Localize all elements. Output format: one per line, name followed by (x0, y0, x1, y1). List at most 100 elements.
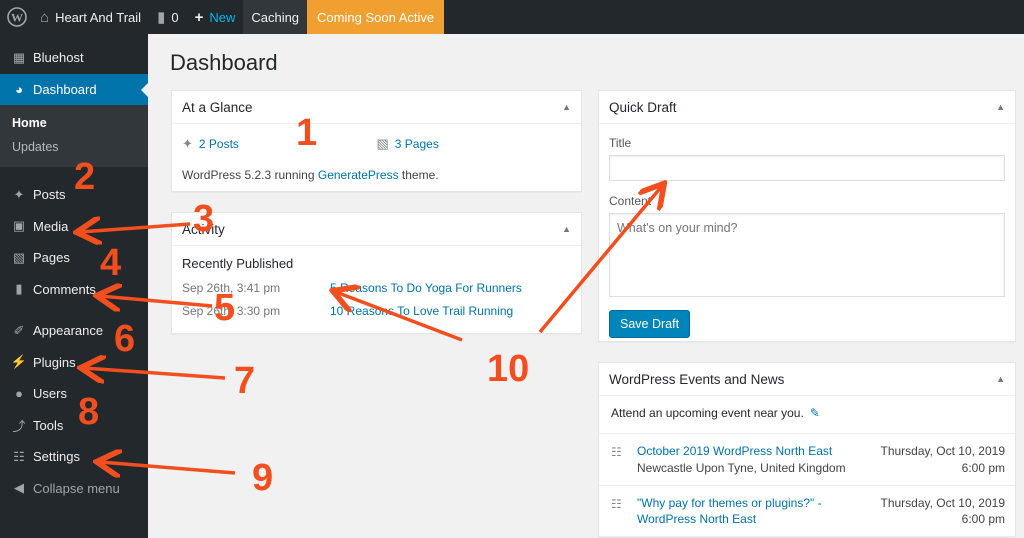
posts-count[interactable]: ✦ 2 Posts (182, 136, 377, 152)
plug-icon: ⚡ (10, 354, 28, 370)
sidebar-item-users[interactable]: ● Users (0, 378, 148, 410)
pushpin-icon: ✦ (182, 136, 193, 151)
user-icon: ● (15, 386, 23, 402)
sidebar-item-comments[interactable]: ▮ Comments (0, 274, 148, 306)
collapse-menu-label: Collapse menu (33, 480, 120, 496)
widget-body: ✦ 2 Posts ▧ 3 Pages WordPress 5.2.3 runn… (172, 124, 581, 192)
new-label: New (209, 9, 236, 25)
version-info: WordPress 5.2.3 running GeneratePress th… (182, 168, 571, 182)
sidebar-item-settings[interactable]: ☷ Settings (0, 441, 148, 473)
event-location: Newcastle Upon Tyne, United Kingdom (637, 460, 846, 475)
annotation-number: 5 (214, 287, 236, 329)
posts-count-link[interactable]: 2 Posts (199, 137, 239, 151)
event-time: 6:00 pm (961, 512, 1005, 527)
sidebar-item-label: Bluehost (33, 50, 84, 66)
draft-content-textarea[interactable] (609, 213, 1005, 297)
site-name-link[interactable]: ⌂ Heart And Trail (32, 0, 149, 34)
post-title-link[interactable]: 5 Reasons To Do Yoga For Runners (330, 281, 522, 295)
caching-label: Caching (251, 9, 300, 25)
collapse-triangle-icon[interactable]: ▲ (562, 224, 571, 234)
annotation-number: 9 (252, 457, 274, 499)
title-label: Title (609, 136, 632, 150)
comments-count: 0 (171, 9, 179, 25)
annotation-number: 8 (78, 391, 100, 433)
sidebar-item-pages[interactable]: ▧ Pages (0, 242, 148, 274)
event-name-link[interactable]: "Why pay for themes or plugins?" - WordP… (637, 495, 877, 529)
annotation-number: 7 (234, 360, 256, 402)
event-date: Thursday, Oct 10, 2019 (880, 495, 1005, 510)
event-name-link[interactable]: October 2019 WordPress North East (637, 443, 877, 460)
grid-icon: ▦ (12, 49, 26, 65)
comments-link[interactable]: ▮ 0 (149, 0, 187, 34)
collapse-triangle-icon[interactable]: ▲ (562, 102, 571, 112)
svg-text:W: W (11, 11, 23, 25)
event-item: ☷ "Why pay for themes or plugins?" - Wor… (599, 486, 1015, 537)
events-intro-text: Attend an upcoming event near you. (611, 406, 804, 420)
events-news-widget: WordPress Events and News ▲ Attend an up… (598, 362, 1016, 538)
recently-published-heading: Recently Published (182, 256, 294, 271)
page-title: Dashboard (170, 50, 278, 75)
annotation-number: 6 (114, 318, 136, 360)
version-suffix: theme. (398, 168, 439, 182)
theme-link[interactable]: GeneratePress (318, 168, 399, 182)
collapse-arrow-icon: ◀ (14, 480, 24, 496)
sidebar-item-label: Tools (33, 417, 64, 433)
widget-header[interactable]: Quick Draft ▲ (599, 91, 1015, 124)
annotation-number: 1 (296, 112, 318, 154)
event-date: Thursday, Oct 10, 2019 (880, 444, 1005, 458)
pages-count-link[interactable]: 3 Pages (395, 137, 439, 151)
sidebar-item-tools[interactable]: ⤴ Tools (0, 410, 148, 442)
widget-title: At a Glance (182, 99, 253, 115)
comment-bubble-icon: ▮ (15, 281, 23, 297)
coming-soon-label: Coming Soon Active (317, 9, 435, 25)
event-datetime: Thursday, Oct 10, 2019 6:00 pm (877, 443, 1005, 477)
site-name: Heart And Trail (55, 9, 142, 25)
pages-count[interactable]: ▧ 3 Pages (377, 136, 572, 152)
draft-title-input[interactable] (609, 155, 1005, 181)
widget-body: Title Content Save Draft (599, 124, 1015, 348)
sidebar-item-label: Pages (33, 250, 70, 266)
widget-header[interactable]: WordPress Events and News ▲ (599, 363, 1015, 396)
post-title-link[interactable]: 10 Reasons To Love Trail Running (330, 304, 513, 318)
pages-icon: ▧ (12, 249, 26, 265)
collapse-triangle-icon[interactable]: ▲ (996, 374, 1005, 384)
post-date: Sep 26th, 3:41 pm (182, 281, 281, 295)
sidebar-item-dashboard[interactable]: ◕ Dashboard (0, 73, 148, 105)
sidebar-item-label: Plugins (33, 354, 76, 370)
widget-header[interactable]: Activity ▲ (172, 213, 581, 246)
save-draft-button[interactable]: Save Draft (609, 310, 691, 338)
sidebar-item-bluehost[interactable]: ▦ Bluehost (0, 42, 148, 74)
collapse-triangle-icon[interactable]: ▲ (996, 102, 1005, 112)
plus-icon: + (194, 8, 204, 26)
event-details: "Why pay for themes or plugins?" - WordP… (637, 495, 877, 529)
content-label: Content (609, 194, 652, 208)
list-item: Sep 26th, 3:41 pm 5 Reasons To Do Yoga F… (182, 281, 571, 295)
event-item: ☷ October 2019 WordPress North East Newc… (599, 434, 1015, 486)
annotation-number: 10 (487, 348, 530, 390)
sidebar-item-label: Dashboard (33, 81, 97, 97)
settings-sliders-icon: ☷ (13, 448, 25, 464)
comment-bubble-icon: ▮ (157, 9, 166, 26)
submenu-item-home[interactable]: Home (0, 111, 148, 135)
wordpress-logo-icon[interactable]: W (2, 2, 32, 32)
glance-counts: ✦ 2 Posts ▧ 3 Pages (182, 136, 571, 152)
version-text: WordPress 5.2.3 running (182, 168, 318, 182)
wrench-icon: ⤴ (12, 418, 26, 434)
coming-soon-badge[interactable]: Coming Soon Active (307, 0, 445, 34)
widget-title: Quick Draft (609, 99, 677, 115)
new-content-link[interactable]: + New (187, 0, 244, 34)
pencil-icon[interactable]: ✎ (810, 406, 820, 420)
dashboard-gauge-icon: ◕ (15, 81, 23, 97)
sidebar-item-media[interactable]: ▣ Media (0, 211, 148, 243)
annotation-number: 3 (193, 198, 215, 240)
annotation-number: 4 (100, 242, 122, 284)
calendar-icon: ☷ (611, 496, 622, 511)
collapse-menu-button[interactable]: ◀ Collapse menu (0, 473, 148, 505)
pages-icon: ▧ (376, 136, 389, 151)
widget-header[interactable]: At a Glance ▲ (172, 91, 581, 124)
event-time: 6:00 pm (961, 460, 1005, 475)
caching-link[interactable]: Caching (243, 0, 308, 34)
pushpin-icon: ✦ (13, 186, 25, 202)
